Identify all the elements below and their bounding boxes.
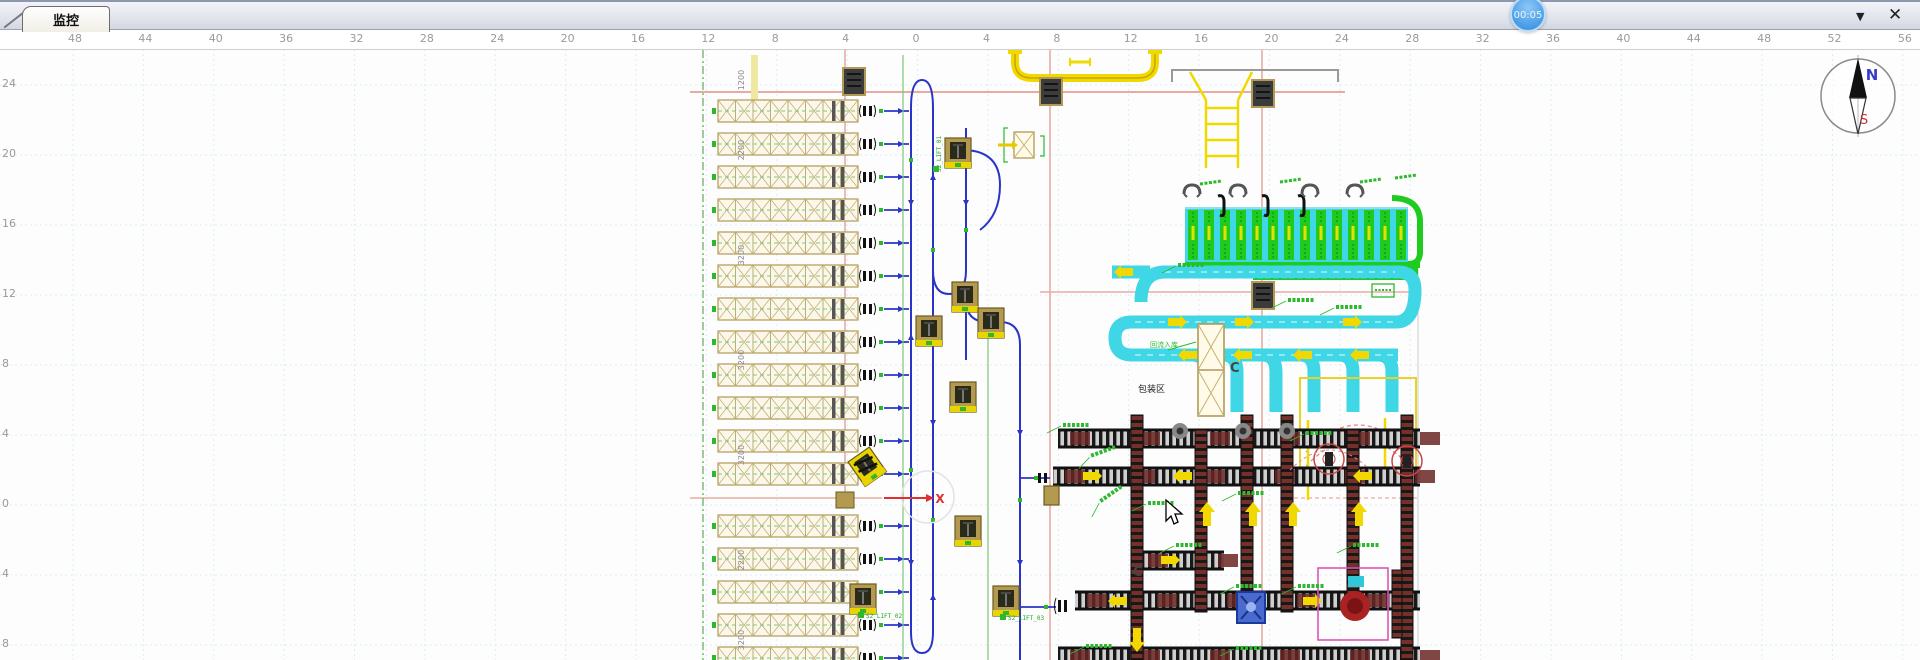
rack-row [712,331,909,353]
agv-unit[interactable] [955,516,981,546]
ruler-tick-label: 20 [2,147,16,160]
ruler-tick-label: 4 [2,567,9,580]
ruler-tick-label: 8 [772,32,779,45]
svg-text:S: S [1860,113,1868,128]
ruler-tick-label: 56 [1898,32,1912,45]
pd-stand [998,128,1044,162]
ruler-tick-label: 0 [2,497,9,510]
ruler-tick-label: 16 [1194,32,1208,45]
rack-row [712,100,909,122]
tab-monitor-label: 监控 [53,10,79,29]
svg-text:S2_LIFT_02: S2_LIFT_02 [866,613,903,620]
agv-unit[interactable] [850,584,876,614]
svg-text:3200: 3200 [737,350,746,370]
ruler-tick-label: 20 [561,32,575,45]
ruler-tick-label: 16 [2,217,16,230]
ruler-tick-label: 52 [1828,32,1842,45]
rack-row [712,515,909,537]
chevron-down-icon[interactable]: ▼ [1856,10,1864,23]
ruler-top: 4844403632282420161284048121620242832364… [0,30,1920,50]
station-box [1252,80,1274,107]
svg-text:回流入库: 回流入库 [1150,340,1178,349]
ruler-tick-label: 4 [842,32,849,45]
blue-machine [1237,592,1265,623]
ruler-tick-label: 36 [279,32,293,45]
ruler-tick-label: 32 [350,32,364,45]
svg-text:3200: 3200 [737,630,746,650]
ruler-tick-label: 32 [1476,32,1490,45]
station-box [843,68,865,95]
ruler-tick-label: 16 [631,32,645,45]
svg-text:2200: 2200 [737,550,746,570]
rack-row [712,581,909,603]
timer-badge[interactable]: 00:05 [1510,0,1546,32]
ruler-tick-label: 20 [1264,32,1278,45]
ruler-tick-label: 44 [1687,32,1701,45]
ruler-tick-label: 8 [1053,32,1060,45]
ruler-tick-label: 12 [1124,32,1138,45]
ruler-tick-label: 12 [701,32,715,45]
svg-text:X: X [935,492,945,506]
agv-fleet: S2_LIFT_01S2_LIFT_02S2_LIFT_03 [848,135,1045,622]
timer-badge-label: 00:05 [1514,10,1543,21]
ruler-tick-label: 40 [1616,32,1630,45]
map-canvas[interactable]: 1200220032003200320022003200X包装区回流入库CCS2… [0,0,1920,660]
svg-text:2200: 2200 [737,140,746,160]
ruler-tick-label: 4 [2,427,9,440]
tab-monitor[interactable]: 监控 [22,6,110,32]
mouse-cursor [1166,500,1182,524]
svg-text:包装区: 包装区 [1138,383,1165,395]
svg-text:S2_LIFT_03: S2_LIFT_03 [1008,615,1045,622]
agv-unit[interactable] [952,282,978,312]
station-box [1252,282,1274,309]
ruler-tick-label: 24 [490,32,504,45]
rack-row [712,265,909,287]
rack-row [712,166,909,188]
svg-text:N: N [1866,66,1879,84]
ruler-tick-label: 28 [1405,32,1419,45]
rack-row [712,298,909,320]
ruler-tick-label: 28 [420,32,434,45]
ruler-tick-label: 8 [2,357,9,370]
agv-unit[interactable] [993,586,1019,616]
agv-unit[interactable] [950,382,976,412]
ruler-tick-label: 8 [2,637,9,650]
ems-track [1008,52,1338,168]
svg-text:C: C [1230,361,1240,376]
svg-text:3200: 3200 [737,245,746,265]
agv-unit[interactable] [978,308,1004,338]
charging-block [1184,175,1420,297]
svg-text:C: C [1133,565,1143,580]
ruler-tick-label: 24 [2,77,16,90]
title-bar: 监控 00:05 ▼ ✕ [0,0,1920,30]
rack-row [712,397,909,419]
close-icon[interactable]: ✕ [1888,5,1902,25]
dimension-labels: 1200 2200 3200 3200 3200 2200 3200 [737,70,746,650]
svg-text:1200: 1200 [737,70,746,90]
rack-row [712,199,909,221]
agv-unit[interactable] [945,138,971,168]
storage-racks [712,100,909,660]
ruler-tick-label: 48 [1757,32,1771,45]
ruler-tick-label: 40 [209,32,223,45]
ruler-tick-label: 0 [913,32,920,45]
ruler-tick-label: 4 [983,32,990,45]
ruler-tick-label: 12 [2,287,16,300]
ruler-tick-label: 44 [138,32,152,45]
conveyor-system [1044,415,1440,660]
ruler-tick-label: 24 [1335,32,1349,45]
ruler-tick-label: 36 [1546,32,1560,45]
svg-text:3200: 3200 [737,445,746,465]
ruler-tick-label: 48 [68,32,82,45]
agv-unit[interactable] [916,316,942,346]
station-box [1040,78,1062,105]
